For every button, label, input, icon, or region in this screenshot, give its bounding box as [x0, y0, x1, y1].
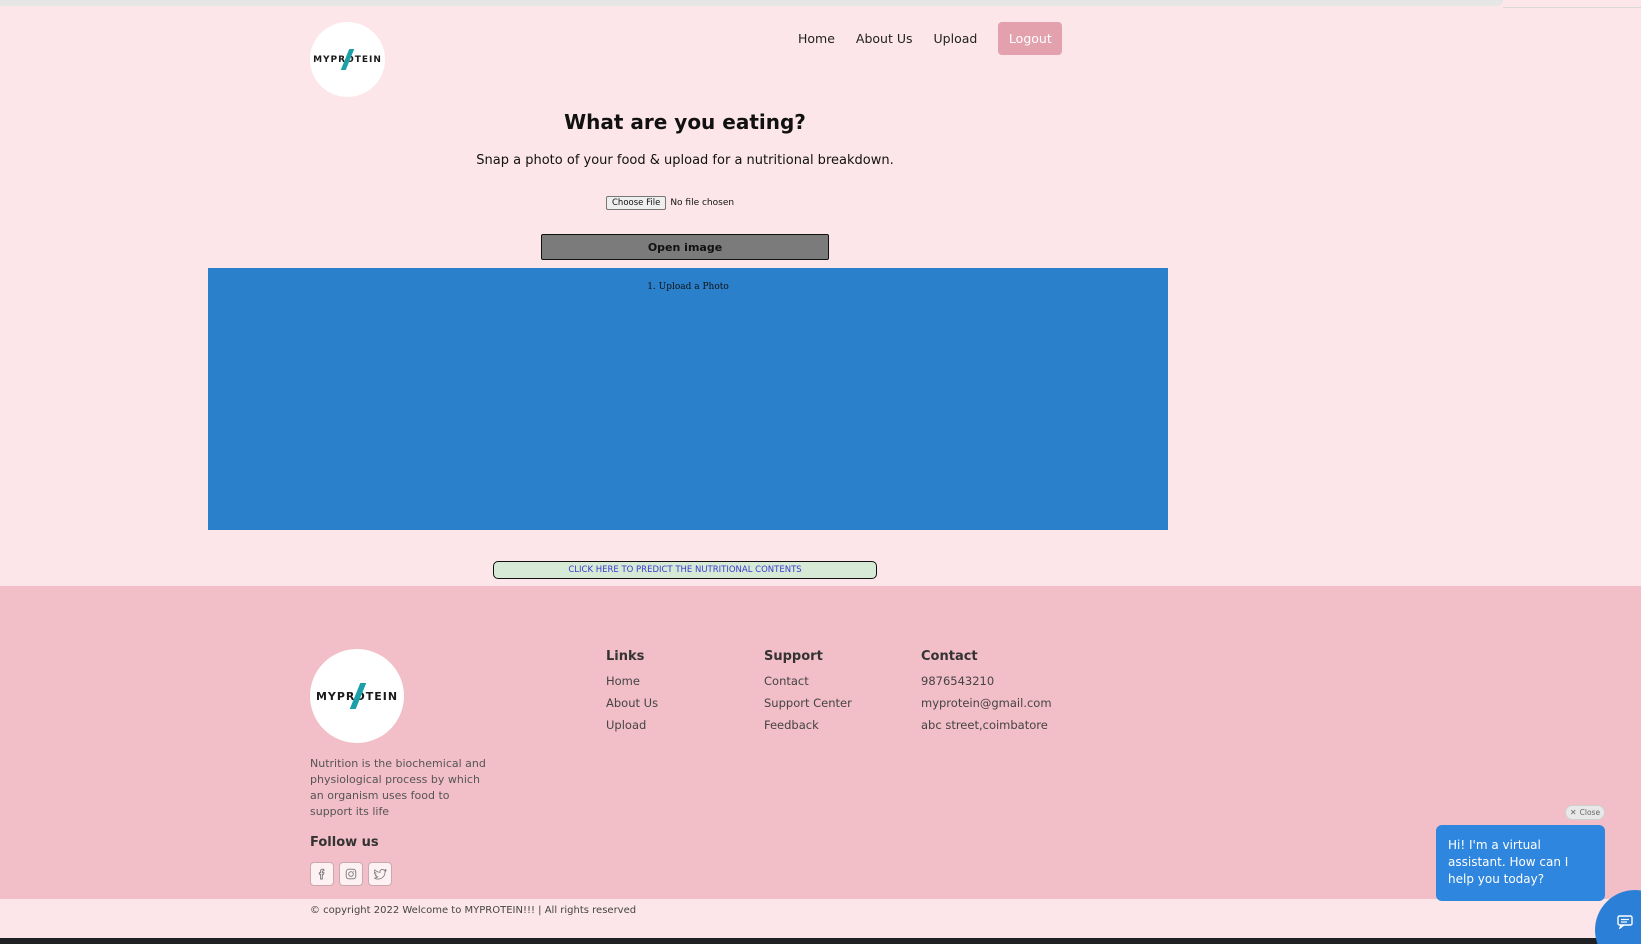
social-links	[310, 862, 392, 886]
footer-link-home[interactable]: Home	[606, 674, 658, 696]
browser-top-edge	[0, 0, 1503, 6]
file-status-text: No file chosen	[670, 198, 735, 208]
copyright-text: © copyright 2022 Welcome to MYPROTEIN!!!…	[310, 905, 637, 916]
contact-title: Contact	[921, 649, 978, 664]
footer-support-column: Support Contact Support Center Feedback	[764, 649, 852, 740]
chat-close-label: Close	[1579, 808, 1601, 817]
nav-about-us[interactable]: About Us	[856, 31, 913, 46]
chat-close-button[interactable]: ✕ Close	[1565, 805, 1605, 820]
twitter-icon[interactable]	[368, 862, 392, 886]
page-title: What are you eating?	[564, 110, 806, 134]
nav-home[interactable]: Home	[798, 31, 835, 46]
footer-logo[interactable]: MYPROTEIN	[310, 649, 404, 743]
file-input: Choose File No file chosen	[606, 196, 734, 210]
open-image-button[interactable]: Open image	[541, 234, 829, 260]
links-title: Links	[606, 649, 645, 664]
contact-email: myprotein@gmail.com	[921, 696, 1052, 710]
predict-button[interactable]: CLICK HERE TO PREDICT THE NUTRITIONAL CO…	[493, 561, 877, 579]
follow-us-title: Follow us	[310, 835, 379, 850]
main-nav: Home About Us Upload Logout	[798, 22, 1063, 55]
chat-message-bubble[interactable]: Hi! I'm a virtual assistant. How can I h…	[1436, 825, 1605, 901]
footer-links-column: Links Home About Us Upload	[606, 649, 658, 740]
facebook-icon[interactable]	[310, 862, 334, 886]
logout-button[interactable]: Logout	[998, 22, 1063, 55]
browser-top-edge-line	[1503, 7, 1641, 8]
photo-preview-area: 1. Upload a Photo	[208, 268, 1168, 530]
footer-contact-column: Contact 9876543210 myprotein@gmail.com a…	[921, 649, 1052, 740]
close-icon: ✕	[1569, 808, 1577, 817]
nav-upload[interactable]: Upload	[934, 31, 978, 46]
footer-link-support-center[interactable]: Support Center	[764, 696, 852, 718]
bottom-bar	[0, 938, 1641, 944]
footer-link-about-us[interactable]: About Us	[606, 696, 658, 718]
chat-icon[interactable]	[1617, 914, 1633, 930]
instagram-icon[interactable]	[339, 862, 363, 886]
footer-link-upload[interactable]: Upload	[606, 718, 658, 740]
header-logo[interactable]: MYPROTEIN	[310, 22, 385, 97]
contact-address: abc street,coimbatore	[921, 718, 1048, 732]
support-title: Support	[764, 649, 823, 664]
footer	[0, 586, 1641, 899]
page-subtitle: Snap a photo of your food & upload for a…	[476, 153, 894, 168]
photo-caption: 1. Upload a Photo	[647, 282, 729, 292]
footer-link-feedback[interactable]: Feedback	[764, 718, 852, 740]
contact-phone: 9876543210	[921, 674, 995, 688]
footer-link-contact[interactable]: Contact	[764, 674, 852, 696]
choose-file-button[interactable]: Choose File	[606, 196, 667, 210]
footer-description: Nutrition is the biochemical and physiol…	[310, 757, 486, 818]
